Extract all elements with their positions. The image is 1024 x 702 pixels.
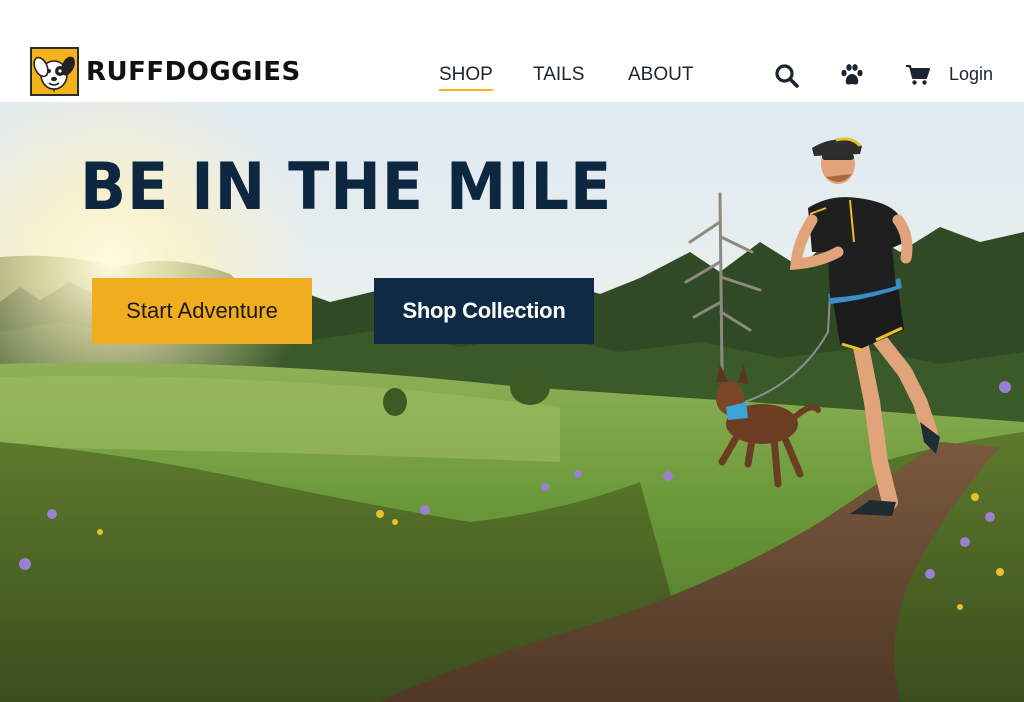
brand-logo[interactable]: RUFFDOGGIES <box>30 47 301 96</box>
site-header: RUFFDOGGIES SHOP TAILS ABOUT Login <box>0 0 1024 102</box>
dog-face-logo-icon <box>30 47 79 96</box>
login-link[interactable]: Login <box>949 64 993 85</box>
hero-banner: BE IN THE MILE Start Adventure Shop Coll… <box>0 102 1024 702</box>
cart-icon[interactable] <box>905 64 931 91</box>
nav-item-about[interactable]: ABOUT <box>628 64 693 86</box>
paw-icon[interactable] <box>839 63 865 92</box>
nav-item-tails[interactable]: TAILS <box>533 64 584 86</box>
brand-name: RUFFDOGGIES <box>86 56 301 87</box>
search-icon[interactable] <box>774 63 800 94</box>
shop-collection-button[interactable]: Shop Collection <box>374 278 594 344</box>
start-adventure-button[interactable]: Start Adventure <box>92 278 312 344</box>
hero-title: BE IN THE MILE <box>80 150 613 225</box>
nav-item-shop[interactable]: SHOP <box>439 64 493 91</box>
